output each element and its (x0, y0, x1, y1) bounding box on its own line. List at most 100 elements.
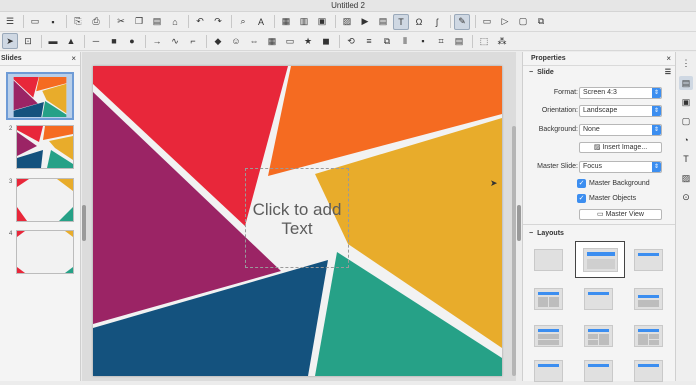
animation-icon[interactable]: ◔ (679, 133, 693, 147)
layouts-section-header[interactable]: − Layouts (523, 227, 564, 240)
layout-centered-text[interactable] (579, 283, 616, 313)
text-box-icon[interactable]: T (393, 13, 409, 30)
save-icon[interactable]: ▪ (45, 14, 61, 30)
stars-icon[interactable]: ★ (300, 33, 316, 49)
line-icon[interactable]: ─ (88, 33, 104, 49)
clone-formatting-icon[interactable]: ⌂ (167, 14, 183, 30)
block-arrows-icon[interactable]: ⇔ (246, 33, 262, 49)
fill-color-icon[interactable]: ▲ (63, 33, 79, 49)
insert-chart-icon[interactable]: ▤ (375, 14, 391, 30)
slide-transition-icon[interactable]: ▣ (679, 95, 693, 109)
slides-pane-splitter[interactable] (82, 205, 86, 241)
layout-title-content[interactable] (575, 241, 625, 278)
basic-shapes-icon[interactable]: ◆ (210, 33, 226, 49)
sidebar-menu-icon[interactable]: ⋮ (679, 56, 693, 70)
line-arrow-icon[interactable]: → (149, 33, 165, 49)
distribute-icon[interactable]: ⫴ (397, 33, 413, 49)
show-draw-functions-icon[interactable]: ✎ (454, 13, 470, 30)
new-slide-icon[interactable]: ▢ (515, 14, 531, 30)
properties-icon[interactable]: ▤ (679, 76, 693, 90)
slide-section-header[interactable]: − Slide ☰ (523, 66, 675, 79)
slide-editor: Click to add Text ➤ (82, 52, 516, 381)
undo-icon[interactable]: ↶ (192, 14, 208, 30)
layout-title-2-content-content[interactable] (579, 320, 616, 350)
spelling-icon[interactable]: A (253, 14, 269, 30)
slide-thumbnail-1[interactable] (6, 72, 74, 120)
symbol-shapes-icon[interactable]: ☺ (228, 33, 244, 49)
styles-icon[interactable]: T (679, 152, 693, 166)
close-icon[interactable]: × (71, 52, 76, 66)
slide-thumbnail-2[interactable] (16, 125, 74, 169)
master-objects-checkbox[interactable]: ✓ Master Objects (577, 193, 636, 204)
callouts-icon[interactable]: ▭ (282, 33, 298, 49)
more-options-icon[interactable]: ☰ (665, 66, 671, 79)
chart-icon[interactable]: ▥ (296, 14, 312, 30)
sidebar-splitter[interactable] (517, 205, 521, 241)
master-view-button[interactable]: ▭ Master View (579, 209, 662, 220)
select-icon[interactable]: ➤ (2, 33, 18, 49)
rectangle-icon[interactable]: ■ (106, 33, 122, 49)
connector-icon[interactable]: ⌐ (185, 33, 201, 49)
points-icon[interactable]: ⁂ (494, 33, 510, 49)
slide-canvas[interactable]: Click to add Text (93, 66, 502, 376)
cut-icon[interactable]: ✂ (113, 14, 129, 30)
layout-title-two-content[interactable] (629, 283, 666, 313)
layout-content[interactable] (529, 283, 566, 313)
line-color-icon[interactable]: ▬ (45, 33, 61, 49)
curve-icon[interactable]: ∿ (167, 33, 183, 49)
layout-title-content-two[interactable] (529, 320, 566, 350)
background-select[interactable]: None ⇕ (579, 124, 662, 136)
print-icon[interactable]: ⎙ (88, 14, 104, 30)
fontwork-icon[interactable]: ʃ (429, 14, 445, 30)
copy-icon[interactable]: ❐ (131, 14, 147, 30)
duplicate-slide-icon[interactable]: ⧉ (533, 14, 549, 30)
master-background-checkbox[interactable]: ✓ Master Background (577, 178, 650, 189)
separator (475, 15, 476, 28)
media-icon[interactable]: ▶ (357, 14, 373, 30)
transformations-icon[interactable]: ⟲ (343, 33, 359, 49)
comment-icon[interactable]: ▭ (479, 14, 495, 30)
layout-blank[interactable] (529, 244, 566, 274)
shadow-icon[interactable]: ▪ (415, 33, 431, 49)
master-slide-select[interactable]: Focus ⇕ (579, 161, 662, 173)
toggle-extrusion-icon[interactable]: ⬚ (476, 33, 492, 49)
special-character-icon[interactable]: Ω (411, 14, 427, 30)
layout-body-block (638, 334, 648, 345)
gallery-icon[interactable]: ▨ (679, 171, 693, 185)
start-presentation-icon[interactable]: ▷ (497, 14, 513, 30)
close-icon[interactable]: × (666, 52, 671, 66)
table-icon[interactable]: ▦ (278, 14, 294, 30)
paste-icon[interactable]: ▤ (149, 14, 165, 30)
master-slides-icon[interactable]: ▢ (679, 114, 693, 128)
section-divider (523, 224, 676, 225)
separator (231, 15, 232, 28)
export-pdf-icon[interactable]: ⎘ (70, 14, 86, 30)
find-replace-icon[interactable]: ⌕ (235, 14, 251, 30)
separator (84, 34, 85, 48)
image-icon[interactable]: ▨ (339, 14, 355, 30)
flowchart-icon[interactable]: ▦ (264, 33, 280, 49)
layout-body-block (588, 340, 598, 345)
layout-body-block (538, 340, 559, 345)
open-icon[interactable]: ▭ (27, 14, 43, 30)
3d-objects-icon[interactable]: ◼ (318, 33, 334, 49)
slide-thumbnail-3[interactable] (16, 178, 74, 222)
redo-icon[interactable]: ↷ (210, 14, 226, 30)
arrange-icon[interactable]: ⧉ (379, 33, 395, 49)
filter-icon[interactable]: ▤ (451, 33, 467, 49)
slide-thumbnail-4[interactable] (16, 230, 74, 274)
format-select[interactable]: Screen 4:3 ⇕ (579, 87, 662, 99)
orientation-select[interactable]: Landscape ⇕ (579, 105, 662, 117)
vertical-scrollbar[interactable] (512, 126, 516, 376)
align-icon[interactable]: ≡ (361, 33, 377, 49)
text-placeholder[interactable]: Click to add Text (243, 200, 351, 238)
navigator-icon[interactable]: ⊙ (679, 190, 693, 204)
layout-title-only[interactable] (629, 244, 666, 274)
ellipse-icon[interactable]: ● (124, 33, 140, 49)
menu-icon[interactable]: ☰ (2, 14, 18, 30)
insert-image-button[interactable]: ▨ Insert Image... (579, 142, 662, 153)
display-views-icon[interactable]: ▣ (314, 14, 330, 30)
crop-icon[interactable]: ⌗ (433, 33, 449, 49)
zoom-pan-icon[interactable]: ⊡ (20, 33, 36, 49)
layout-title-content-over-content[interactable] (629, 320, 666, 350)
